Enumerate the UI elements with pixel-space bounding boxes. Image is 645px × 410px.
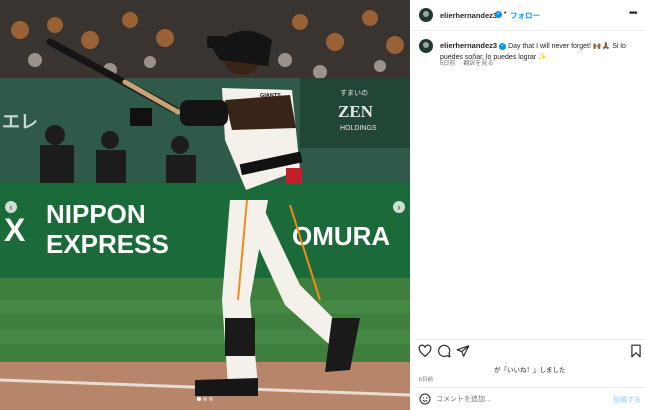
caption-meta: 6日前 翻訳を見る (440, 58, 493, 67)
chevron-right-icon: › (397, 202, 401, 212)
post-header: elierhernandez3 ✓ • フォロー ••• (410, 0, 645, 31)
actions-divider (410, 339, 645, 340)
ad-logo-mark: X (4, 212, 26, 248)
ad-right-text: OMURA (292, 221, 390, 251)
carousel-dot (197, 397, 201, 401)
emoji-icon[interactable] (419, 393, 431, 405)
carousel-indicator (0, 388, 410, 406)
share-button[interactable] (456, 344, 470, 358)
avatar[interactable] (419, 8, 433, 22)
carousel-dot (209, 397, 213, 401)
like-button[interactable] (418, 344, 432, 358)
follow-button[interactable]: フォロー (510, 10, 540, 21)
heart-icon (418, 344, 432, 358)
bookmark-icon (631, 344, 641, 358)
post-timestamp: 6日前 (419, 377, 434, 383)
billboard-sub-text: HOLDINGS (340, 125, 377, 132)
comment-bar: 投稿する (410, 387, 645, 410)
comment-input[interactable] (436, 393, 596, 405)
post-comment-button[interactable]: 投稿する (613, 395, 641, 405)
verified-icon: ✓ (499, 42, 507, 50)
carousel-dot (203, 397, 207, 401)
separator-dot: • (504, 10, 507, 17)
wall-left-text: エレ (2, 112, 38, 133)
chevron-left-icon: ‹ (9, 202, 13, 212)
likes-text[interactable]: が「いいね！」しました (494, 364, 566, 374)
save-button[interactable] (629, 344, 643, 358)
see-translation-link[interactable]: 翻訳を見る (463, 61, 493, 67)
comment-button[interactable] (437, 344, 451, 358)
comment-icon (438, 344, 451, 358)
carousel-next-button[interactable]: › (393, 201, 405, 213)
caption-avatar[interactable] (419, 39, 433, 53)
caption-age: 6日前 (440, 61, 456, 67)
carousel-prev-button[interactable]: ‹ (5, 201, 17, 213)
baseball-photo-illustration: すまいの ZEN HOLDINGS エレ X NIPPON EXPRESS OM… (0, 0, 410, 410)
header-username[interactable]: elierhernandez3 (440, 11, 497, 20)
billboard-brand-text: ZEN (338, 102, 374, 121)
more-horizontal-icon[interactable]: ••• (629, 8, 637, 19)
post-photo: すまいの ZEN HOLDINGS エレ X NIPPON EXPRESS OM… (0, 0, 410, 410)
ad-line1-text: NIPPON (46, 199, 146, 229)
share-icon (456, 345, 470, 357)
billboard-small-text: すまいの (340, 89, 368, 97)
caption-username[interactable]: elierhernandez3 (440, 41, 497, 50)
verified-icon: ✓ (495, 11, 502, 18)
post-side-panel: elierhernandez3 ✓ • フォロー ••• elierhernan… (410, 0, 645, 410)
ad-line2-text: EXPRESS (46, 229, 169, 259)
